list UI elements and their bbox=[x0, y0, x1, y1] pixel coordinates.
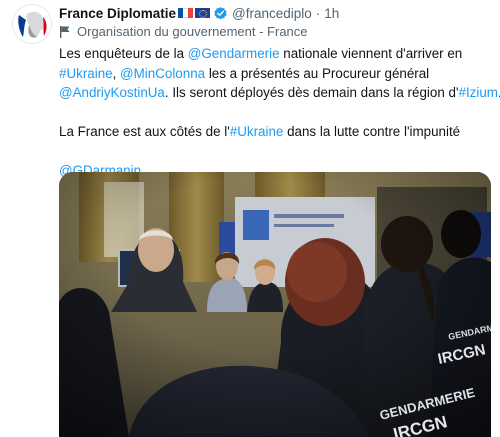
tweet-text-segment: les a présentés au Procureur général bbox=[205, 65, 430, 81]
photo-scene: GENDARMERIE IRCGN GENDARMERIE IRCGN bbox=[59, 172, 491, 437]
verified-badge-icon bbox=[214, 6, 227, 19]
tweet-line: #Ukraine, @MinColonna les a présentés au… bbox=[59, 64, 491, 84]
tweet-text-segment: nationale viennent d'arriver en bbox=[279, 46, 463, 61]
hashtag-link[interactable]: #Ukraine bbox=[59, 66, 113, 81]
tweet-text-segment: . Ils seront déployés dès demain dans la… bbox=[164, 85, 459, 100]
government-label-text: Organisation du gouvernement - France bbox=[77, 24, 308, 39]
tweet[interactable]: France Diplomatie @francediplo · 1h Orga… bbox=[0, 0, 500, 437]
tweet-line: @AndriyKostinUa. Ils seront déployés dès… bbox=[59, 83, 500, 103]
government-label-flag-icon bbox=[60, 26, 70, 38]
mention-link[interactable]: @MinColonna bbox=[120, 66, 205, 81]
tweet-text-segment: Les enquêteurs de la bbox=[59, 46, 188, 61]
account-name[interactable]: France Diplomatie bbox=[59, 6, 176, 21]
tweet-line: Les enquêteurs de la @Gendarmerie nation… bbox=[59, 44, 491, 64]
account-handle[interactable]: @francediplo bbox=[232, 6, 312, 21]
france-flag-icon bbox=[178, 8, 194, 18]
hashtag-link[interactable]: #Izium bbox=[459, 85, 498, 100]
government-label[interactable]: Organisation du gouvernement - France bbox=[59, 24, 308, 39]
separator-dot: · bbox=[315, 5, 321, 21]
tweet-header: France Diplomatie @francediplo · 1h bbox=[59, 4, 339, 22]
eu-flag-icon bbox=[195, 8, 211, 18]
tweet-text-segment: , bbox=[112, 65, 121, 81]
avatar[interactable] bbox=[12, 4, 52, 44]
tweet-text-segment: dans la lutte contre l'impunité bbox=[283, 124, 461, 139]
tweet-text: Les enquêteurs de la @Gendarmerie nation… bbox=[59, 44, 500, 181]
tweet-photo[interactable]: GENDARMERIE IRCGN GENDARMERIE IRCGN bbox=[59, 172, 491, 437]
hashtag-link[interactable]: #Ukraine bbox=[230, 124, 284, 139]
mention-link[interactable]: @Gendarmerie bbox=[188, 46, 280, 61]
tweet-text-segment: La France est aux côtés de l' bbox=[59, 124, 230, 139]
mention-link[interactable]: @AndriyKostinUa bbox=[59, 85, 165, 100]
tweet-timestamp[interactable]: 1h bbox=[324, 6, 339, 21]
avatar-marianne-icon bbox=[13, 5, 51, 43]
tweet-line: La France est aux côtés de l'#Ukraine da… bbox=[59, 122, 491, 142]
